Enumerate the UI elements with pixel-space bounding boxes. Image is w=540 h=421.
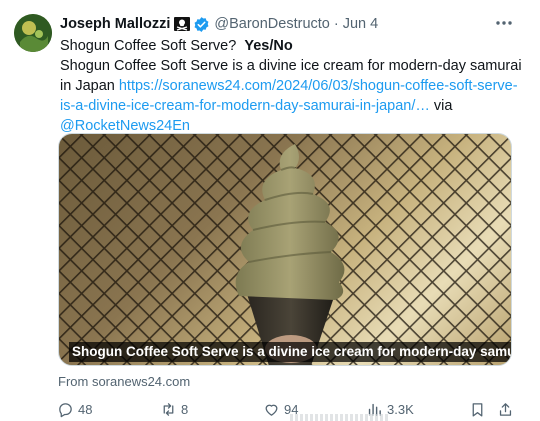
link-source[interactable]: From soranews24.com — [58, 374, 190, 389]
tweet-text: Shogun Coffee Soft Serve? Yes/No Shogun … — [60, 36, 522, 136]
tweet-text-line1: Shogun Coffee Soft Serve? Yes/No — [60, 36, 522, 56]
separator: · — [333, 16, 339, 32]
repost-count: 8 — [181, 401, 189, 417]
reply-icon — [59, 402, 72, 417]
via-text: via — [433, 98, 453, 114]
avatar[interactable] — [14, 14, 52, 52]
tweet: Joseph Mallozzi @BaronDestructo · Jun 4 — [0, 0, 540, 421]
pirate-flag-icon — [174, 17, 191, 31]
action-bar: 48 8 94 3.3K — [0, 398, 540, 420]
ice-cream-image — [59, 134, 511, 365]
reply-button[interactable]: 48 — [57, 398, 92, 420]
cropped-edge — [290, 414, 390, 421]
like-icon — [265, 404, 278, 416]
media-caption: Shogun Coffee Soft Serve is a divine ice… — [69, 342, 511, 362]
views-count: 3.3K — [387, 401, 414, 417]
share-button[interactable] — [497, 398, 518, 420]
tweet-header: Joseph Mallozzi @BaronDestructo · Jun 4 — [60, 14, 378, 34]
question-text: Shogun Coffee Soft Serve? — [60, 38, 237, 54]
repost-icon — [163, 402, 174, 416]
verified-badge-icon[interactable] — [193, 16, 210, 33]
mention-link[interactable]: @RocketNews24En — [60, 118, 190, 134]
repost-button[interactable]: 8 — [160, 398, 188, 420]
bookmark-button[interactable] — [469, 398, 490, 420]
reply-count: 48 — [78, 401, 93, 417]
tweet-text-body: Shogun Coffee Soft Serve is a divine ice… — [60, 56, 522, 136]
author-handle[interactable]: @BaronDestructo — [214, 16, 329, 32]
more-icon[interactable] — [494, 15, 514, 31]
author-name[interactable]: Joseph Mallozzi — [60, 16, 170, 32]
poll-text: Yes/No — [244, 38, 293, 54]
media-card[interactable]: Shogun Coffee Soft Serve is a divine ice… — [58, 133, 512, 366]
bookmark-icon — [472, 402, 483, 417]
share-icon — [499, 402, 512, 416]
tweet-date[interactable]: Jun 4 — [343, 16, 378, 32]
